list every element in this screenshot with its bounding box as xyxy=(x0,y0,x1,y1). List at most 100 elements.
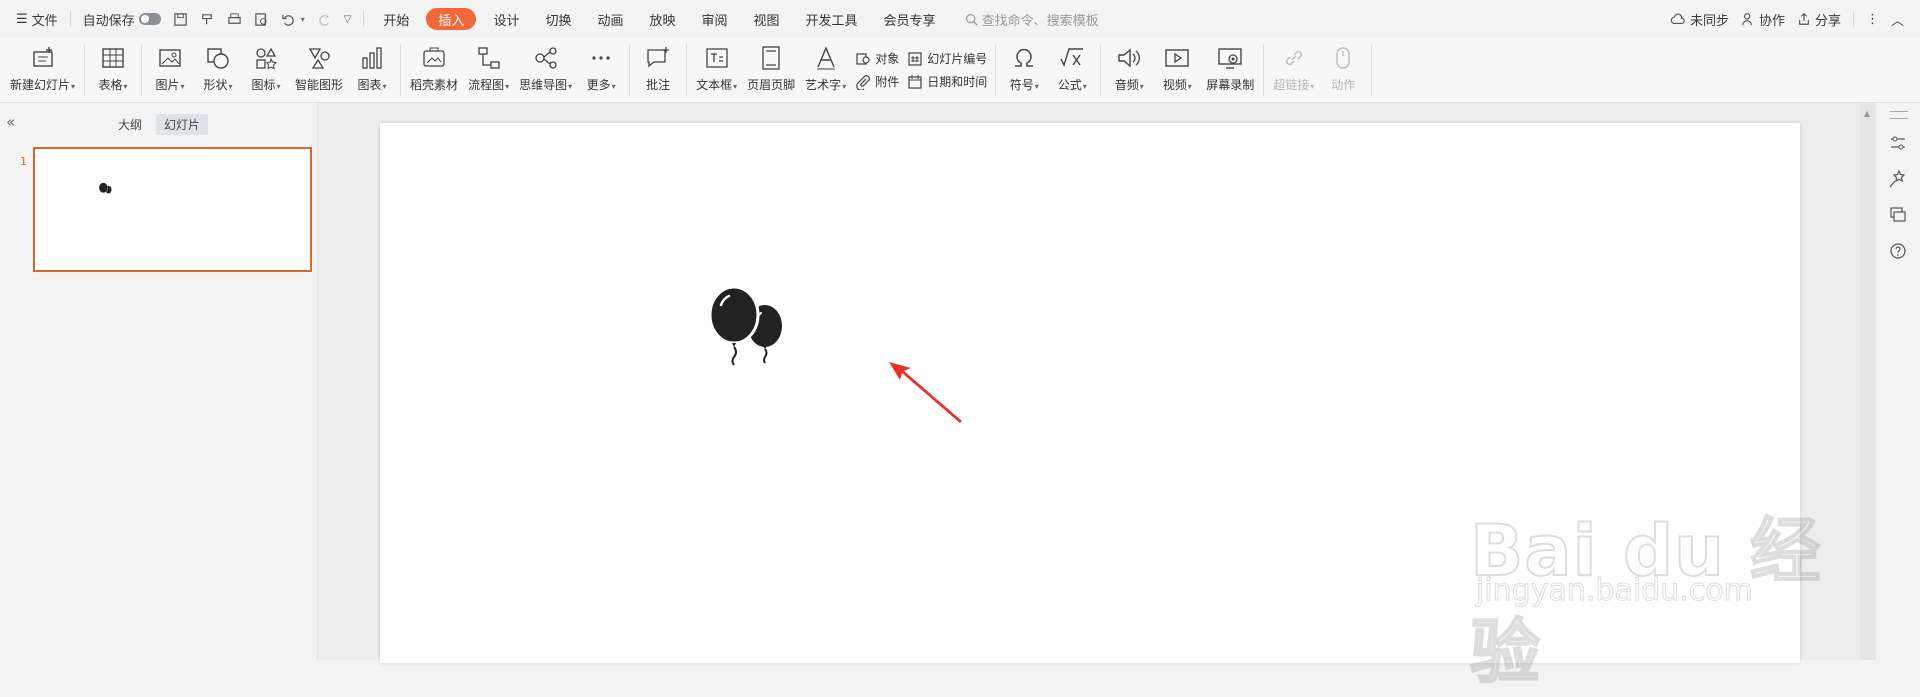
icon-button[interactable]: 图标▾ xyxy=(242,38,290,102)
textbox-button[interactable]: 文本框▾ xyxy=(691,38,742,102)
picture-button[interactable]: 图片▾ xyxy=(146,38,194,102)
tab-transitions[interactable]: 切换 xyxy=(532,6,584,32)
chevron-down-icon: ▾ xyxy=(1310,82,1315,91)
tab-slideshow[interactable]: 放映 xyxy=(636,6,688,32)
tab-label: 开发工具 xyxy=(805,13,858,29)
ribbon-group-links: 超链接▾ 动作 xyxy=(1268,38,1367,102)
new-slide-button[interactable]: 新建幻灯片▾ xyxy=(0,38,80,102)
attachment-label: 附件 xyxy=(875,75,900,89)
balloons-icon[interactable] xyxy=(707,285,791,369)
table-icon xyxy=(102,48,124,68)
tab-label: 插入 xyxy=(438,13,465,29)
material-button[interactable]: 稻壳素材 xyxy=(405,38,463,102)
redo-button[interactable] xyxy=(311,5,338,33)
search-icon xyxy=(965,13,978,26)
tab-outline[interactable]: 大纲 xyxy=(110,114,150,135)
animation-pane-button[interactable] xyxy=(1888,169,1908,189)
toggle-switch-icon xyxy=(138,13,161,25)
tab-view[interactable]: 视图 xyxy=(741,6,793,32)
smartart-button[interactable]: 智能图形 xyxy=(290,38,348,102)
attachment-button[interactable]: 附件 xyxy=(855,73,899,90)
slide-number: 1 xyxy=(20,155,27,168)
mouse-icon xyxy=(1336,47,1350,69)
autosave-toggle[interactable]: 自动保存 xyxy=(77,5,167,33)
format-painter-button[interactable] xyxy=(194,5,221,33)
header-footer-label: 页眉页脚 xyxy=(747,78,796,92)
vertical-scrollbar[interactable]: ▲ xyxy=(1860,103,1876,660)
chevron-down-icon: ▾ xyxy=(123,82,128,91)
share-label: 分享 xyxy=(1814,13,1841,29)
divider xyxy=(363,11,365,27)
slide-number-button[interactable]: 幻灯片编号 xyxy=(907,50,987,67)
hyperlink-button[interactable]: 超链接▾ xyxy=(1268,38,1319,102)
tab-design[interactable]: 设计 xyxy=(480,6,532,32)
formula-button[interactable]: 公式▾ xyxy=(1048,38,1096,102)
more-button[interactable]: 更多▾ xyxy=(577,38,625,102)
textbox-icon xyxy=(705,48,728,68)
scroll-up-icon[interactable]: ▲ xyxy=(1864,109,1870,118)
object-button[interactable]: 对象 xyxy=(855,50,899,67)
more-options-button[interactable]: ⋮ xyxy=(1860,5,1885,33)
symbol-label: 符号 xyxy=(1009,78,1034,92)
datetime-button[interactable]: 日期和时间 xyxy=(907,73,987,90)
slide-thumbnail[interactable] xyxy=(33,147,312,272)
collapse-ribbon-button[interactable]: ︿ xyxy=(1885,5,1910,33)
share-button[interactable]: 分享 xyxy=(1791,5,1847,33)
chart-button[interactable]: 图表▾ xyxy=(348,38,396,102)
command-search[interactable]: 查找命令、搜索模板 xyxy=(965,10,1099,29)
tab-label: 视图 xyxy=(753,13,780,29)
audio-label: 音频 xyxy=(1114,78,1139,92)
slides-panel: « 大纲 幻灯片 1 xyxy=(0,103,318,660)
header-footer-icon xyxy=(762,46,780,70)
undo-icon xyxy=(281,14,294,26)
tab-insert[interactable]: 插入 xyxy=(426,8,477,30)
properties-button[interactable] xyxy=(1888,133,1908,153)
symbol-button[interactable]: 符号▾ xyxy=(1000,38,1048,102)
table-button[interactable]: 表格▾ xyxy=(89,38,137,102)
right-sidebar xyxy=(1876,103,1920,660)
share-icon xyxy=(1799,12,1809,25)
flowchart-icon xyxy=(477,47,500,69)
tab-home[interactable]: 开始 xyxy=(370,6,422,32)
tab-slides[interactable]: 幻灯片 xyxy=(156,114,209,135)
chevron-down-icon: ▾ xyxy=(228,82,233,91)
wordart-label: 艺术字 xyxy=(805,78,842,92)
save-button[interactable] xyxy=(167,5,194,33)
smartart-label: 智能图形 xyxy=(295,78,344,92)
ribbon-group-materials: 稻壳素材 流程图▾ 思维导图▾ 更多▾ xyxy=(405,38,625,102)
action-button[interactable]: 动作 xyxy=(1319,38,1367,102)
object-label: 对象 xyxy=(875,52,900,66)
tab-animations[interactable]: 动画 xyxy=(584,6,636,32)
header-footer-button[interactable]: 页眉页脚 xyxy=(742,38,800,102)
shape-label: 形状 xyxy=(203,78,228,92)
flowchart-button[interactable]: 流程图▾ xyxy=(463,38,514,102)
sync-button[interactable]: 未同步 xyxy=(1664,5,1735,33)
tab-member[interactable]: 会员专享 xyxy=(871,6,949,32)
ribbon-group-slides: 新建幻灯片▾ xyxy=(0,38,80,102)
help-button[interactable] xyxy=(1888,241,1908,261)
audio-button[interactable]: 音频▾ xyxy=(1105,38,1153,102)
collapse-panel-button[interactable]: « xyxy=(6,113,15,131)
drag-handle-icon[interactable] xyxy=(1890,111,1908,119)
tab-review[interactable]: 审阅 xyxy=(689,6,741,32)
slide-switch-button[interactable] xyxy=(1888,205,1908,225)
shape-button[interactable]: 形状▾ xyxy=(194,38,242,102)
video-button[interactable]: 视频▾ xyxy=(1153,38,1201,102)
comment-button[interactable]: 批注 xyxy=(634,38,682,102)
quick-access-dropdown[interactable]: ▽ xyxy=(338,5,358,33)
save-icon xyxy=(173,12,187,26)
hyperlink-label: 超链接 xyxy=(1273,78,1310,92)
mindmap-icon xyxy=(534,47,557,69)
chevron-down-icon: ▾ xyxy=(300,14,305,24)
collab-button[interactable]: 协作 xyxy=(1735,5,1791,33)
undo-button[interactable]: ▾ xyxy=(275,5,311,33)
file-menu[interactable]: ☰ 文件 xyxy=(10,5,64,33)
print-preview-button[interactable] xyxy=(248,5,275,33)
mindmap-button[interactable]: 思维导图▾ xyxy=(514,38,577,102)
datetime-label: 日期和时间 xyxy=(927,75,988,89)
wordart-button[interactable]: 艺术字▾ xyxy=(800,38,851,102)
tab-developer[interactable]: 开发工具 xyxy=(793,6,871,32)
print-button[interactable] xyxy=(221,5,248,33)
screen-record-button[interactable]: 屏幕录制 xyxy=(1201,38,1259,102)
watermark-url: jingyan.baidu.com xyxy=(1476,573,1754,609)
